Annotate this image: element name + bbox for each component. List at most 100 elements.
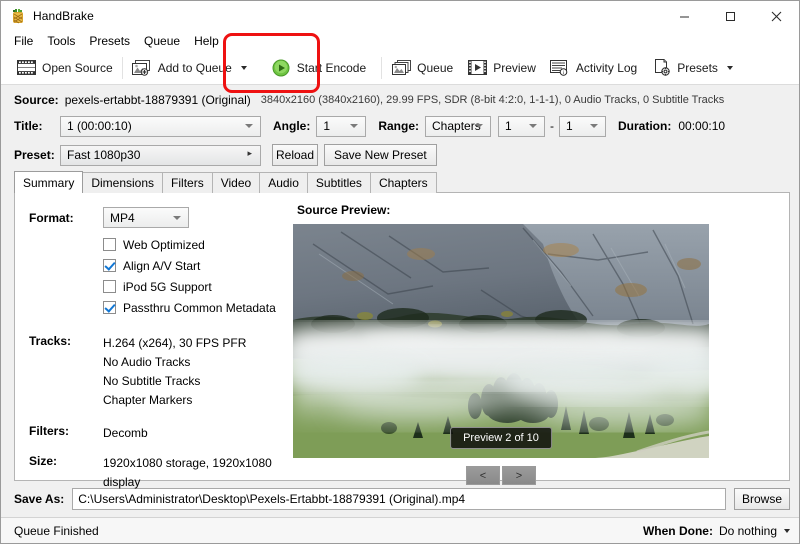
range-type-select[interactable]: Chapters xyxy=(425,115,492,137)
title-label: Title: xyxy=(14,119,43,133)
preview-prev-button[interactable]: < xyxy=(466,466,500,485)
passthru-metadata-row[interactable]: Passthru Common Metadata xyxy=(15,297,293,318)
ipod-5g-support-row[interactable]: iPod 5G Support xyxy=(15,276,293,297)
window-controls xyxy=(661,1,799,31)
align-av-start-row[interactable]: Align A/V Start xyxy=(15,255,293,276)
duration-label: Duration: xyxy=(618,119,672,133)
tab-audio-label: Audio xyxy=(268,176,299,190)
filters-label: Filters: xyxy=(29,424,70,438)
angle-select[interactable]: 1 xyxy=(316,115,367,137)
presets-button[interactable]: Presets xyxy=(644,54,740,82)
range-type-value: Chapters xyxy=(432,119,481,133)
tab-audio[interactable]: Audio xyxy=(259,172,308,193)
when-done-select[interactable]: Do nothing xyxy=(719,524,790,538)
chevron-down-icon[interactable] xyxy=(240,65,247,70)
tab-subtitles-label: Subtitles xyxy=(315,176,362,190)
source-label: Source: xyxy=(14,93,59,107)
tab-video[interactable]: Video xyxy=(211,172,261,193)
activity-log-label: Activity Log xyxy=(575,60,638,75)
summary-panel: Format: MP4 Web Optimized Align A/V Star… xyxy=(14,192,790,489)
browse-label: Browse xyxy=(742,492,783,506)
maximize-button[interactable] xyxy=(707,1,753,31)
tab-summary[interactable]: Summary xyxy=(14,171,84,193)
filters-value: Decomb xyxy=(103,426,148,440)
close-button[interactable] xyxy=(753,1,799,31)
open-source-button[interactable]: Open Source xyxy=(9,54,120,82)
source-row: Source: pexels-ertabbt-18879391 (Origina… xyxy=(1,90,799,110)
range-label: Range: xyxy=(378,119,420,133)
range-start-select[interactable]: 1 xyxy=(498,115,546,137)
menu-tools[interactable]: Tools xyxy=(40,32,82,51)
presets-label: Presets xyxy=(677,60,718,75)
minimize-button[interactable] xyxy=(661,1,707,31)
activity-log-button[interactable]: i Activity Log xyxy=(543,54,644,82)
chevron-down-icon-range xyxy=(475,124,484,128)
tab-subtitles[interactable]: Subtitles xyxy=(306,172,371,193)
title-bar: HandBrake xyxy=(1,1,799,31)
track-line-chapters: Chapter Markers xyxy=(103,393,193,407)
tab-chapters[interactable]: Chapters xyxy=(369,172,437,193)
ipod-5g-support-checkbox[interactable] xyxy=(103,280,116,293)
window-title: HandBrake xyxy=(33,9,94,23)
filters-block: Filters: Decomb xyxy=(15,424,293,443)
queue-button[interactable]: Queue xyxy=(384,54,460,82)
status-bar: Queue Finished When Done: Do nothing xyxy=(1,517,799,543)
preview-label: Preview xyxy=(493,60,536,75)
tab-dimensions-label: Dimensions xyxy=(91,176,155,190)
preview-prev-label: < xyxy=(479,469,487,482)
title-row: Title: 1 (00:00:10) Angle: 1 Range: Chap… xyxy=(1,114,799,138)
queue-status-text: Queue Finished xyxy=(14,523,99,538)
preview-film-icon xyxy=(467,59,487,77)
menu-file[interactable]: File xyxy=(7,32,40,51)
source-preview-image: Preview 2 of 10 xyxy=(293,224,709,458)
save-new-preset-button[interactable]: Save New Preset xyxy=(324,144,437,166)
range-end-select[interactable]: 1 xyxy=(559,115,607,137)
summary-settings-column: Format: MP4 Web Optimized Align A/V Star… xyxy=(15,193,293,489)
align-av-start-checkbox[interactable] xyxy=(103,259,116,272)
web-optimized-checkbox[interactable] xyxy=(103,238,116,251)
menu-presets[interactable]: Presets xyxy=(82,32,137,51)
chevron-down-icon-angle xyxy=(350,124,359,128)
add-to-queue-button[interactable]: Add to Queue xyxy=(125,54,254,82)
start-encode-button[interactable]: Start Encode xyxy=(264,54,373,82)
add-to-queue-label: Add to Queue xyxy=(157,60,232,75)
menu-help[interactable]: Help xyxy=(187,32,226,51)
tab-dimensions[interactable]: Dimensions xyxy=(82,172,164,193)
reload-preset-button[interactable]: Reload xyxy=(272,144,318,166)
title-select[interactable]: 1 (00:00:10) xyxy=(60,115,261,137)
preview-column: Source Preview: Preview 2 of 10 < > xyxy=(293,193,789,485)
queue-stack-icon xyxy=(391,59,411,77)
preview-next-button[interactable]: > xyxy=(502,466,536,485)
menu-queue[interactable]: Queue xyxy=(137,32,187,51)
tracks-block: Tracks: H.264 (x264), 30 FPS PFR No Audi… xyxy=(15,334,293,410)
source-name: pexels-ertabbt-18879391 (Original) xyxy=(64,93,251,107)
preview-next-label: > xyxy=(515,469,523,482)
preset-select[interactable]: Fast 1080p30 ▸ xyxy=(60,144,261,166)
format-label: Format: xyxy=(29,210,74,225)
passthru-metadata-checkbox[interactable] xyxy=(103,301,116,314)
format-select[interactable]: MP4 xyxy=(103,207,189,228)
format-select-value: MP4 xyxy=(110,210,135,225)
web-optimized-row[interactable]: Web Optimized xyxy=(15,234,293,255)
preset-select-value: Fast 1080p30 xyxy=(67,148,141,162)
chevron-down-icon-presets[interactable] xyxy=(726,65,733,70)
preview-button[interactable]: Preview xyxy=(460,54,543,82)
tab-strip: Summary Dimensions Filters Video Audio S… xyxy=(1,171,799,193)
add-image-icon xyxy=(132,59,152,77)
web-optimized-label: Web Optimized xyxy=(123,237,205,252)
preview-navigation: < > xyxy=(293,466,709,485)
tab-filters-label: Filters xyxy=(171,176,204,190)
tab-summary-label: Summary xyxy=(23,175,75,190)
size-block: Size: 1920x1080 storage, 1920x1080 displ… xyxy=(15,454,293,492)
size-value: 1920x1080 storage, 1920x1080 display xyxy=(103,456,272,489)
tab-video-label: Video xyxy=(220,176,252,190)
play-icon xyxy=(271,59,291,77)
toolbar: Open Source Add to Queue Start Encode Qu… xyxy=(1,33,799,93)
browse-button[interactable]: Browse xyxy=(734,488,790,510)
tab-filters[interactable]: Filters xyxy=(162,172,213,193)
tracks-values: H.264 (x264), 30 FPS PFR No Audio Tracks… xyxy=(103,334,246,410)
source-metadata: 3840x2160 (3840x2160), 29.99 FPS, SDR (8… xyxy=(260,94,725,106)
handbrake-pineapple-icon xyxy=(10,8,26,24)
when-done-value: Do nothing xyxy=(718,523,777,538)
angle-label: Angle: xyxy=(273,119,311,133)
